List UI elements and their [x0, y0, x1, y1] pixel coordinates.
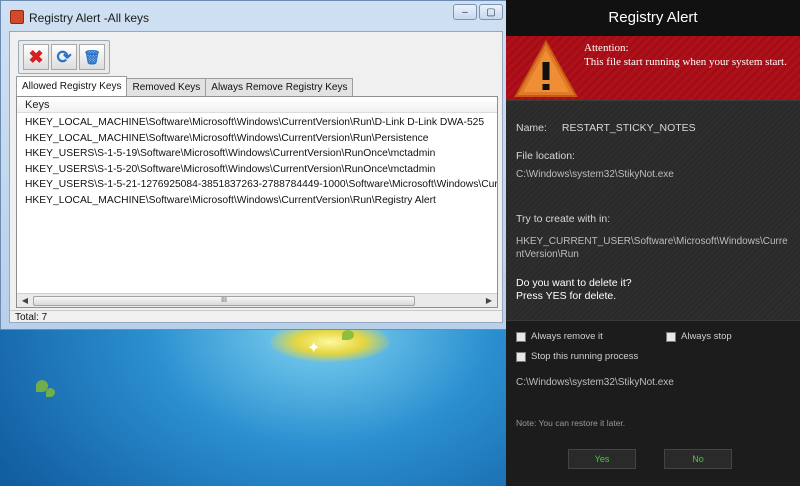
- stop-process-checkbox[interactable]: Stop this running process: [516, 351, 638, 362]
- refresh-button[interactable]: ⟳: [51, 44, 77, 70]
- tab-removed-keys[interactable]: Removed Keys: [126, 78, 207, 96]
- alert-options: Always remove it Always stop Stop this r…: [506, 320, 800, 486]
- checkbox-icon[interactable]: [666, 331, 676, 342]
- window-controls: – ▢: [453, 4, 503, 20]
- keys-column-header[interactable]: Keys: [17, 97, 497, 113]
- restore-note: Note: You can restore it later.: [516, 418, 626, 428]
- always-stop-label: Always stop: [681, 331, 732, 342]
- scroll-right-icon[interactable]: ▶: [482, 295, 496, 307]
- yes-button[interactable]: Yes: [568, 449, 636, 469]
- stop-process-label: Stop this running process: [531, 351, 639, 362]
- registry-alert-panel: Registry Alert Attention: This file star…: [506, 0, 800, 486]
- name-label: Name:: [516, 122, 547, 134]
- attention-banner: Attention: This file start running when …: [506, 36, 800, 100]
- tab-allowed-registry-keys[interactable]: Allowed Registry Keys: [16, 76, 128, 96]
- process-path: C:\Windows\system32\StikyNot.exe: [516, 377, 674, 388]
- recycle-button[interactable]: 🗑: [79, 44, 105, 70]
- list-item[interactable]: HKEY_LOCAL_MACHINE\Software\Microsoft\Wi…: [17, 115, 497, 131]
- trash-icon: 🗑: [83, 48, 101, 65]
- warning-icon: [514, 40, 578, 97]
- scroll-thumb[interactable]: III: [33, 296, 415, 306]
- keys-rows: HKEY_LOCAL_MACHINE\Software\Microsoft\Wi…: [17, 115, 497, 209]
- toolbar: ✖ ⟳ 🗑: [18, 40, 110, 74]
- minimize-button[interactable]: –: [453, 4, 477, 20]
- attention-message: This file start running when your system…: [584, 56, 787, 68]
- list-item[interactable]: HKEY_USERS\S-1-5-20\Software\Microsoft\W…: [17, 162, 497, 178]
- list-item[interactable]: HKEY_USERS\S-1-5-19\Software\Microsoft\W…: [17, 146, 497, 162]
- wallpaper-leaf: [46, 388, 55, 397]
- keys-list[interactable]: Keys HKEY_LOCAL_MACHINE\Software\Microso…: [16, 96, 498, 308]
- app-icon: [10, 10, 24, 24]
- maximize-button[interactable]: ▢: [479, 4, 503, 20]
- horizontal-scrollbar[interactable]: ◀ III ▶: [17, 293, 497, 307]
- try-create-value: HKEY_CURRENT_USER\Software\Microsoft\Win…: [516, 236, 788, 260]
- tab-always-remove-registry-keys[interactable]: Always Remove Registry Keys: [205, 78, 354, 96]
- list-item[interactable]: HKEY_LOCAL_MACHINE\Software\Microsoft\Wi…: [17, 131, 497, 147]
- delete-icon: ✖: [28, 46, 44, 67]
- always-remove-label: Always remove it: [531, 331, 603, 342]
- always-remove-checkbox[interactable]: Always remove it: [516, 331, 603, 342]
- file-location-label: File location:: [516, 150, 575, 162]
- scroll-left-icon[interactable]: ◀: [18, 295, 32, 307]
- delete-instruction: Press YES for delete.: [516, 290, 617, 302]
- attention-heading: Attention:: [584, 42, 629, 54]
- delete-button[interactable]: ✖: [23, 44, 49, 70]
- window-title: Registry Alert -All keys: [29, 11, 150, 25]
- file-location-value: C:\Windows\system32\StikyNot.exe: [516, 169, 674, 180]
- wallpaper-sparkle: ✦: [307, 340, 321, 357]
- always-stop-checkbox[interactable]: Always stop: [666, 331, 732, 342]
- wallpaper-leaf: [342, 330, 354, 340]
- try-create-label: Try to create with in:: [516, 213, 611, 225]
- list-item[interactable]: HKEY_LOCAL_MACHINE\Software\Microsoft\Wi…: [17, 193, 497, 209]
- status-bar: Total: 7: [10, 310, 502, 324]
- window-body: ✖ ⟳ 🗑 Allowed Registry Keys Removed Keys…: [9, 31, 503, 323]
- registry-keys-window: Registry Alert -All keys – ▢ ✖ ⟳ 🗑 Allow…: [0, 0, 510, 330]
- name-row: Name: RESTART_STICKY_NOTES: [516, 122, 696, 134]
- refresh-icon: ⟳: [56, 46, 72, 67]
- tab-bar: Allowed Registry Keys Removed Keys Alway…: [16, 76, 354, 96]
- no-button[interactable]: No: [664, 449, 732, 469]
- alert-title: Registry Alert: [506, 0, 800, 36]
- alert-details: Name: RESTART_STICKY_NOTES File location…: [506, 100, 800, 320]
- window-titlebar[interactable]: Registry Alert -All keys – ▢: [1, 1, 509, 31]
- checkbox-icon[interactable]: [516, 351, 526, 362]
- name-value: RESTART_STICKY_NOTES: [561, 122, 696, 134]
- list-item[interactable]: HKEY_USERS\S-1-5-21-1276925084-385183726…: [17, 177, 497, 193]
- checkbox-icon[interactable]: [516, 331, 526, 342]
- delete-question: Do you want to delete it?: [516, 277, 632, 289]
